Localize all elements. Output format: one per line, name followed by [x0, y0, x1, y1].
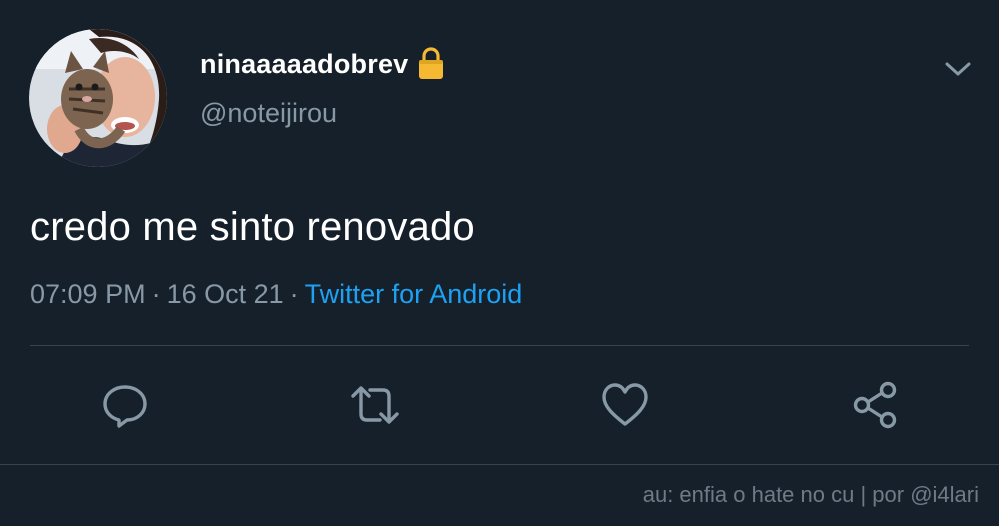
- tweet-time[interactable]: 07:09 PM: [30, 279, 146, 309]
- author-handle[interactable]: @noteijirou: [200, 98, 337, 129]
- tweet-source-link[interactable]: Twitter for Android: [305, 279, 523, 309]
- tweet-meta: 07:09 PM · 16 Oct 21 · Twitter for Android: [30, 279, 522, 310]
- reply-icon: [103, 385, 147, 428]
- footer-credit: au: enfia o hate no cu | por @i4lari: [642, 482, 979, 507]
- retweet-button[interactable]: [350, 380, 400, 430]
- tweet-text: credo me sinto renovado: [30, 205, 475, 249]
- tweet-date[interactable]: 16 Oct 21: [167, 279, 284, 309]
- retweet-icon: [351, 386, 399, 424]
- reply-button[interactable]: [100, 380, 150, 430]
- like-icon: [602, 383, 648, 426]
- divider: [30, 345, 969, 346]
- display-name[interactable]: ninaaaaadobrev: [200, 49, 408, 80]
- lock-icon: [416, 46, 446, 82]
- chevron-down-icon[interactable]: [943, 54, 973, 84]
- like-button[interactable]: [600, 380, 650, 430]
- avatar[interactable]: [29, 29, 167, 167]
- meta-separator: ·: [289, 279, 299, 309]
- share-button[interactable]: [850, 380, 900, 430]
- meta-separator: ·: [151, 279, 161, 309]
- divider: [0, 464, 999, 465]
- author-name-row: ninaaaaadobrev: [200, 44, 446, 84]
- share-icon: [853, 381, 897, 429]
